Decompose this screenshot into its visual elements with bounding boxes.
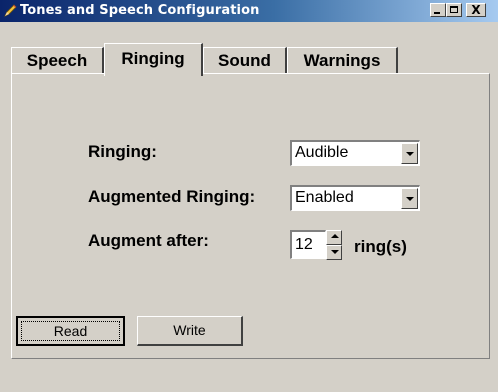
ringing-select-value: Audible bbox=[295, 144, 349, 161]
spin-down-button[interactable] bbox=[326, 245, 342, 260]
chevron-down-icon bbox=[331, 250, 339, 254]
write-button[interactable]: Write bbox=[137, 316, 243, 346]
augmented-ringing-select[interactable]: Enabled bbox=[290, 185, 420, 211]
tab-label: Speech bbox=[26, 51, 88, 70]
spin-up-button[interactable] bbox=[326, 230, 342, 245]
ringing-label: Ringing: bbox=[88, 142, 157, 161]
ringing-dropdown-button[interactable] bbox=[401, 143, 418, 164]
minimize-button[interactable] bbox=[430, 3, 446, 17]
augment-after-label: Augment after: bbox=[88, 231, 209, 250]
tab-speech[interactable]: Speech bbox=[11, 47, 104, 74]
write-button-label: Write bbox=[173, 322, 206, 338]
tab-label: Warnings bbox=[303, 51, 381, 70]
augmented-ringing-label: Augmented Ringing: bbox=[88, 187, 256, 206]
ringing-panel: Ringing: Audible Augmented Ringing: Enab… bbox=[11, 73, 490, 359]
ringing-select[interactable]: Audible bbox=[290, 140, 420, 166]
chevron-down-icon bbox=[406, 197, 414, 201]
minimize-icon bbox=[434, 12, 440, 14]
augment-after-value: 12 bbox=[295, 236, 313, 253]
close-icon: X bbox=[471, 3, 481, 17]
chevron-up-icon bbox=[331, 234, 339, 238]
tab-label: Sound bbox=[218, 51, 271, 70]
tab-label: Ringing bbox=[121, 49, 185, 68]
window-title: Tones and Speech Configuration bbox=[20, 3, 260, 18]
pencil-icon bbox=[3, 3, 18, 18]
read-button-label: Read bbox=[53, 323, 88, 339]
read-button[interactable]: Read bbox=[16, 316, 125, 346]
tab-warnings[interactable]: Warnings bbox=[287, 47, 398, 74]
maximize-button[interactable] bbox=[446, 3, 462, 17]
augment-after-unit: ring(s) bbox=[354, 237, 407, 256]
title-bar[interactable]: Tones and Speech Configuration X bbox=[0, 0, 498, 22]
augment-after-input[interactable]: 12 bbox=[290, 230, 326, 259]
chevron-down-icon bbox=[406, 152, 414, 156]
augmented-ringing-dropdown-button[interactable] bbox=[401, 188, 418, 209]
maximize-icon bbox=[450, 6, 458, 13]
tab-sound[interactable]: Sound bbox=[203, 47, 287, 74]
close-button[interactable]: X bbox=[466, 3, 486, 17]
augmented-ringing-select-value: Enabled bbox=[295, 189, 354, 206]
tab-ringing[interactable]: Ringing bbox=[104, 43, 203, 76]
